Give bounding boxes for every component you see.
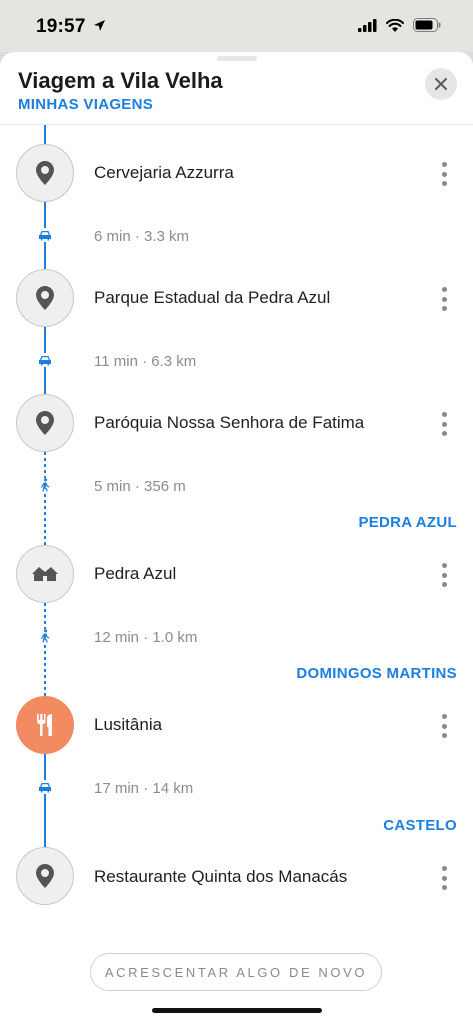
more-options-button[interactable] <box>434 410 454 438</box>
segment-info: 5 min · 356 m <box>94 478 186 495</box>
home-indicator <box>152 1008 322 1013</box>
segment-info: 12 min · 1.0 km <box>94 629 198 646</box>
time-text: 19:57 <box>36 16 86 37</box>
more-options-button[interactable] <box>434 285 454 313</box>
route-line-car <box>44 754 46 847</box>
stop-lodging-icon[interactable] <box>16 545 74 603</box>
more-options-button[interactable] <box>434 561 454 589</box>
segment-info: 11 min · 6.3 km <box>94 353 197 370</box>
stop-pin-icon[interactable] <box>16 144 74 202</box>
region-label: CASTELO <box>383 817 457 834</box>
close-button[interactable] <box>425 68 457 100</box>
wifi-icon <box>386 18 404 32</box>
battery-icon <box>413 18 441 32</box>
stop-name[interactable]: Lusitânia <box>94 715 162 735</box>
lodging-icon <box>32 567 58 581</box>
sheet-grabber[interactable] <box>217 56 257 61</box>
more-options-button[interactable] <box>434 864 454 892</box>
car-icon <box>37 780 53 794</box>
stop-pin-icon[interactable] <box>16 394 74 452</box>
region-label: DOMINGOS MARTINS <box>296 665 457 682</box>
more-options-button[interactable] <box>434 160 454 188</box>
cellular-signal-icon <box>358 18 377 32</box>
stop-name[interactable]: Cervejaria Azzurra <box>94 163 234 183</box>
status-icons <box>358 18 441 32</box>
pin-icon <box>36 286 54 310</box>
walk-icon <box>37 478 53 492</box>
stop-name[interactable]: Paróquia Nossa Senhora de Fatima <box>94 413 364 433</box>
stop-name[interactable]: Pedra Azul <box>94 564 176 584</box>
location-arrow-icon <box>94 20 106 31</box>
route-line-walk <box>44 452 46 545</box>
walk-icon <box>37 629 53 643</box>
add-something-new-button[interactable]: ACRESCENTAR ALGO DE NOVO <box>90 953 382 991</box>
pin-icon <box>36 864 54 888</box>
region-label: PEDRA AZUL <box>358 514 457 531</box>
pin-icon <box>36 411 54 435</box>
stop-name[interactable]: Parque Estadual da Pedra Azul <box>94 288 330 308</box>
restaurant-icon <box>37 714 52 736</box>
segment-info: 17 min · 14 km <box>94 780 194 797</box>
segment-info: 6 min · 3.3 km <box>94 228 190 245</box>
stop-restaurant-icon[interactable] <box>16 696 74 754</box>
my-trips-link[interactable]: MINHAS VIAGENS <box>18 96 153 113</box>
route-line-walk <box>44 603 46 696</box>
trip-title: Viagem a Vila Velha <box>18 68 223 93</box>
pin-icon <box>36 161 54 185</box>
more-options-button[interactable] <box>434 712 454 740</box>
car-icon <box>37 353 53 367</box>
stop-pin-icon[interactable] <box>16 847 74 905</box>
status-time: 19:57 <box>36 16 106 38</box>
trip-sheet: Viagem a Vila Velha MINHAS VIAGENS Cerve… <box>0 52 473 1023</box>
car-icon <box>37 228 53 242</box>
close-icon <box>435 78 447 90</box>
stop-name[interactable]: Restaurante Quinta dos Manacás <box>94 867 347 887</box>
header-divider <box>0 124 473 125</box>
route-line <box>44 125 46 145</box>
status-bar: 19:57 <box>0 0 473 52</box>
stop-pin-icon[interactable] <box>16 269 74 327</box>
